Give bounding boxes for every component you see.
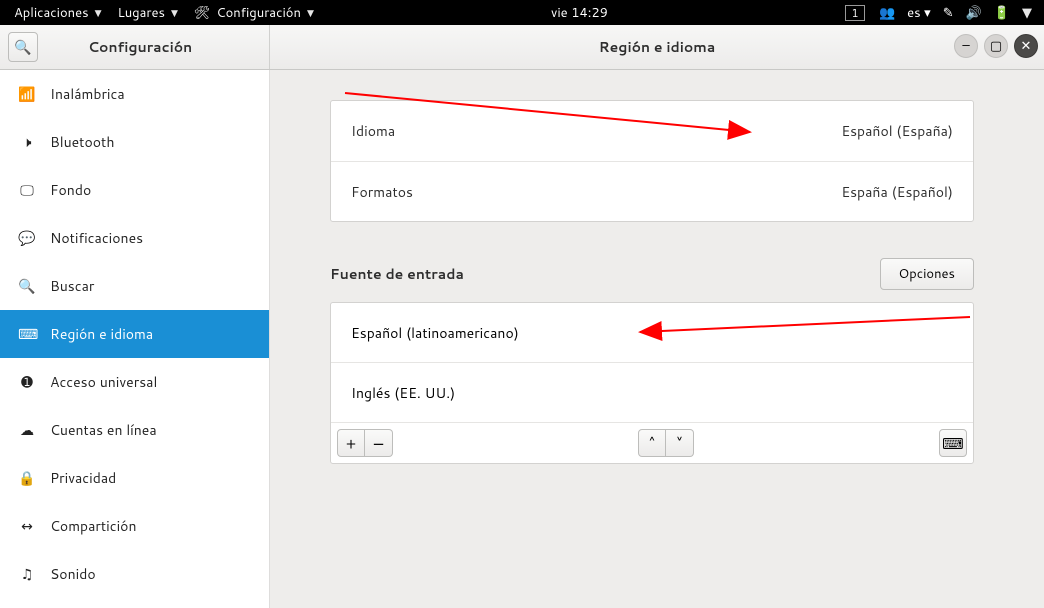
keyboard-layout-button[interactable]: ⌨ bbox=[939, 429, 967, 457]
sidebar-item-label: Compartición bbox=[50, 516, 137, 536]
input-source-row[interactable]: Español (latinoamericano) bbox=[331, 303, 973, 363]
settings-sidebar: 📶 Inalámbrica 🕨 Bluetooth 🖵 Fondo 💬 Notifica… bbox=[0, 70, 270, 608]
language-formats-panel: Idioma Español (España) Formatos España … bbox=[330, 100, 974, 222]
close-button[interactable]: ✕ bbox=[1014, 34, 1038, 58]
row-label: Formatos bbox=[351, 182, 413, 202]
sound-icon: ♫ bbox=[18, 564, 36, 584]
input-source-row[interactable]: Inglés (EE. UU.) bbox=[331, 363, 973, 423]
monitor-icon: 🖵 bbox=[18, 180, 36, 200]
sidebar-item-online-accounts[interactable]: ☁ Cuentas en línea bbox=[0, 406, 269, 454]
share-icon: ↔ bbox=[18, 516, 36, 536]
sidebar-item-label: Bluetooth bbox=[50, 132, 114, 152]
menu-places[interactable]: Lugares ▼ bbox=[110, 0, 186, 25]
users-icon[interactable]: 👥 bbox=[879, 4, 895, 22]
search-button[interactable]: 🔍 bbox=[8, 32, 38, 62]
accessibility-icon: ➊ bbox=[18, 372, 36, 392]
move-up-button[interactable]: ˄ bbox=[638, 429, 666, 457]
caret-down-icon: ▼ bbox=[95, 6, 102, 19]
battery-icon[interactable]: 🔋 bbox=[994, 4, 1010, 22]
cloud-icon: ☁ bbox=[18, 420, 36, 440]
os-top-bar: Aplicaciones ▼ Lugares ▼ 🛠 Configuración… bbox=[0, 0, 1044, 25]
clock[interactable]: vie 14:29 bbox=[541, 4, 618, 22]
row-value: Español (España) bbox=[841, 121, 953, 141]
input-source-title: Fuente de entrada bbox=[330, 264, 464, 284]
row-formats[interactable]: Formatos España (Español) bbox=[331, 161, 973, 221]
menu-apps[interactable]: Aplicaciones ▼ bbox=[6, 0, 110, 25]
notifications-icon: 💬 bbox=[18, 228, 36, 248]
sidebar-item-label: Región e idioma bbox=[50, 324, 153, 344]
keyboard-lang-indicator[interactable]: es ▾ bbox=[907, 4, 931, 22]
maximize-button[interactable]: ▢ bbox=[984, 34, 1008, 58]
caret-down-icon[interactable]: ▼ bbox=[1022, 4, 1032, 22]
menu-apps-label: Aplicaciones bbox=[14, 4, 89, 22]
system-tray: 👥 es ▾ ✎ 🔊 🔋 ▼ bbox=[873, 4, 1038, 22]
remove-button[interactable]: − bbox=[365, 429, 393, 457]
tools-icon: 🛠 bbox=[194, 4, 211, 22]
sidebar-item-search[interactable]: 🔍 Buscar bbox=[0, 262, 269, 310]
options-button[interactable]: Opciones bbox=[880, 258, 974, 290]
sidebar-item-privacy[interactable]: 🔒 Privacidad bbox=[0, 454, 269, 502]
sidebar-item-notifications[interactable]: 💬 Notificaciones bbox=[0, 214, 269, 262]
window-headerbar: 🔍 Configuración Región e idioma – ▢ ✕ bbox=[0, 25, 1044, 70]
sidebar-item-region-language[interactable]: ⌨ Región e idioma bbox=[0, 310, 269, 358]
minimize-button[interactable]: – bbox=[954, 34, 978, 58]
sidebar-item-label: Inalámbrica bbox=[50, 84, 125, 104]
sidebar-item-label: Cuentas en línea bbox=[50, 420, 157, 440]
headerbar-left: 🔍 Configuración bbox=[0, 25, 270, 69]
sidebar-item-background[interactable]: 🖵 Fondo bbox=[0, 166, 269, 214]
sidebar-item-label: Notificaciones bbox=[50, 228, 143, 248]
sidebar-item-wireless[interactable]: 📶 Inalámbrica bbox=[0, 70, 269, 118]
region-icon: ⌨ bbox=[18, 324, 36, 344]
volume-icon[interactable]: 🔊 bbox=[966, 4, 982, 22]
sidebar-item-label: Acceso universal bbox=[50, 372, 157, 392]
window-controls: – ▢ ✕ bbox=[954, 34, 1038, 58]
caret-down-icon: ▼ bbox=[307, 6, 314, 19]
sidebar-item-label: Fondo bbox=[50, 180, 91, 200]
input-sources-panel: Español (latinoamericano) Inglés (EE. UU… bbox=[330, 302, 974, 464]
move-down-button[interactable]: ˅ bbox=[666, 429, 694, 457]
input-source-header: Fuente de entrada Opciones bbox=[330, 258, 974, 290]
app-title: Configuración bbox=[88, 37, 192, 57]
sidebar-item-universal-access[interactable]: ➊ Acceso universal bbox=[0, 358, 269, 406]
color-picker-icon[interactable]: ✎ bbox=[943, 4, 954, 22]
add-button[interactable]: + bbox=[337, 429, 365, 457]
wifi-icon: 📶 bbox=[18, 84, 36, 104]
sidebar-item-label: Buscar bbox=[50, 276, 94, 296]
search-icon: 🔍 bbox=[18, 276, 36, 296]
row-label: Idioma bbox=[351, 121, 395, 141]
lock-icon: 🔒 bbox=[18, 468, 36, 488]
sidebar-item-bluetooth[interactable]: 🕨 Bluetooth bbox=[0, 118, 269, 166]
menu-config-label: Configuración bbox=[216, 4, 301, 22]
workspace-indicator[interactable]: 1 bbox=[845, 5, 865, 21]
input-sources-toolbar: + − ˄ ˅ ⌨ bbox=[331, 423, 973, 463]
row-language[interactable]: Idioma Español (España) bbox=[331, 101, 973, 161]
sidebar-item-sound[interactable]: ♫ Sonido bbox=[0, 550, 269, 598]
page-title: Región e idioma bbox=[270, 37, 1044, 57]
caret-down-icon: ▼ bbox=[171, 6, 178, 19]
menu-places-label: Lugares bbox=[118, 4, 165, 22]
input-source-label: Español (latinoamericano) bbox=[351, 323, 519, 343]
menu-config[interactable]: 🛠 Configuración ▼ bbox=[186, 0, 322, 25]
row-value: España (Español) bbox=[841, 182, 953, 202]
search-icon: 🔍 bbox=[14, 37, 31, 57]
content-area: Idioma Español (España) Formatos España … bbox=[270, 70, 1044, 608]
sidebar-item-label: Sonido bbox=[50, 564, 96, 584]
sidebar-item-label: Privacidad bbox=[50, 468, 116, 488]
input-source-label: Inglés (EE. UU.) bbox=[351, 383, 455, 403]
sidebar-item-sharing[interactable]: ↔ Compartición bbox=[0, 502, 269, 550]
bluetooth-icon: 🕨 bbox=[18, 132, 36, 152]
